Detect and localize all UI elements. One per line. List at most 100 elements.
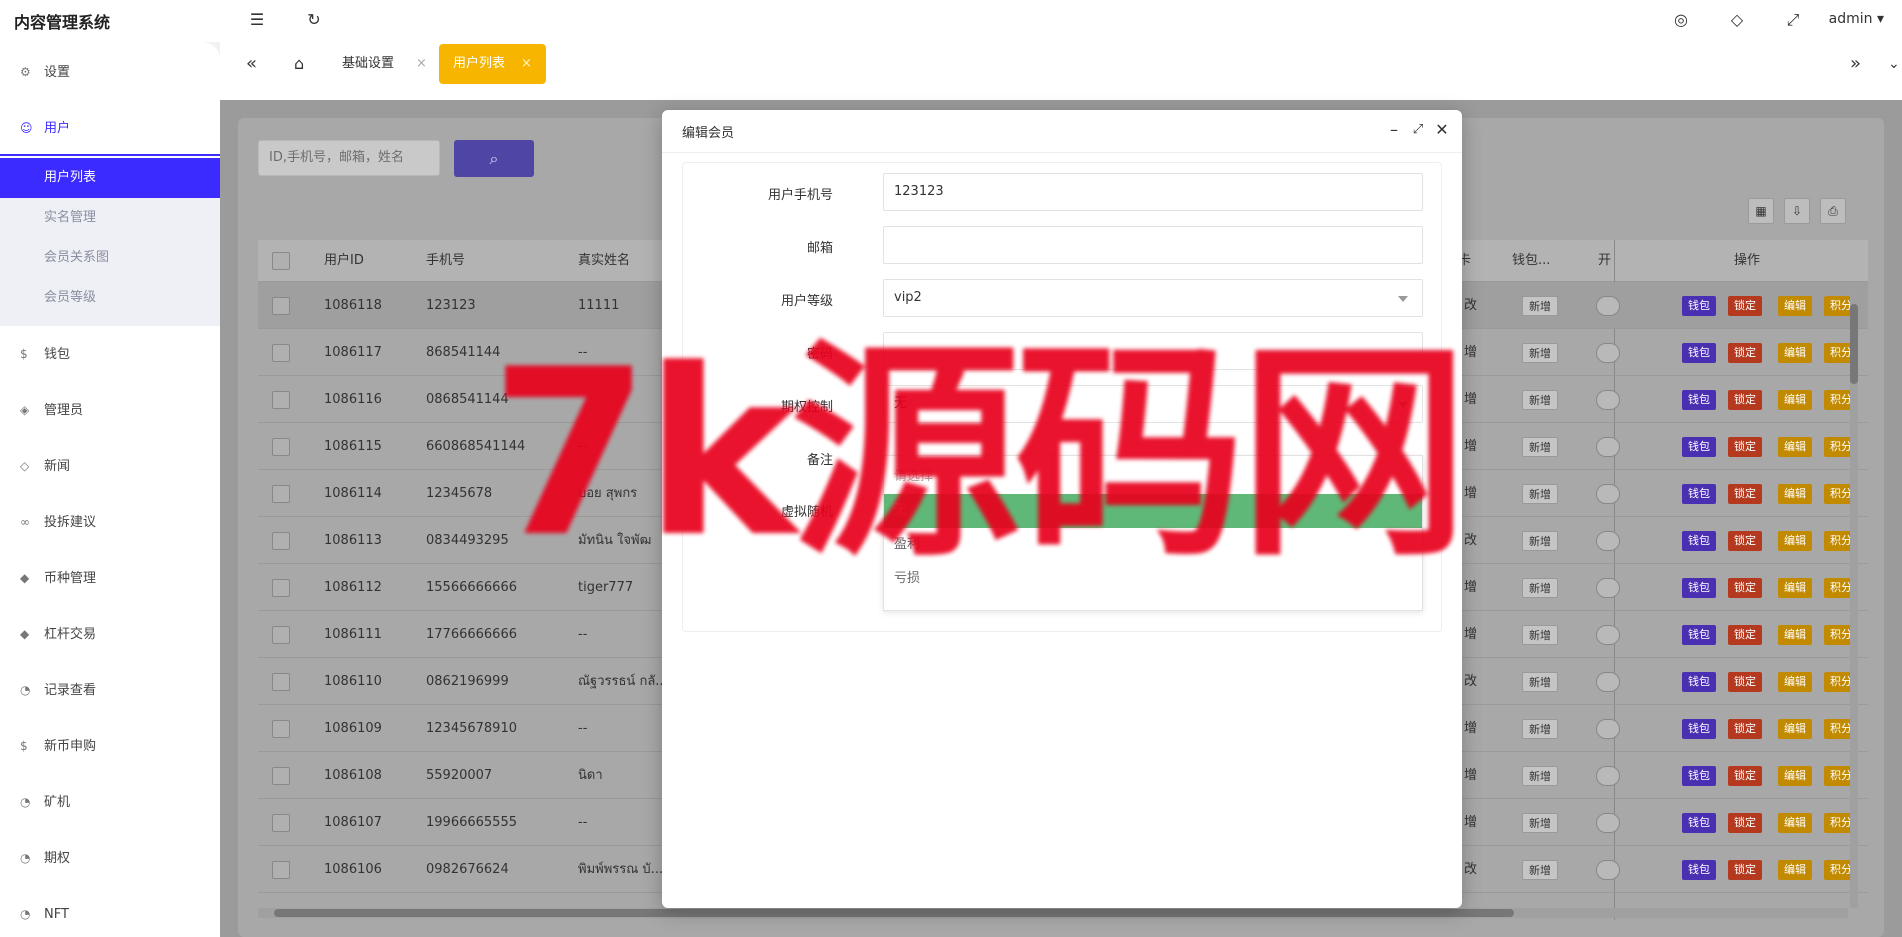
user-menu[interactable]: admin ▾ xyxy=(1829,11,1884,27)
row-checkbox[interactable] xyxy=(272,861,290,879)
status-toggle[interactable] xyxy=(1596,531,1620,551)
row-checkbox[interactable] xyxy=(272,673,290,691)
wallet-button[interactable]: 钱包 xyxy=(1682,672,1716,692)
add-button[interactable]: 新增 xyxy=(1522,531,1558,551)
edit-button[interactable]: 编辑 xyxy=(1778,437,1812,457)
sidebar-item-leverage[interactable]: ◆ 杠杆交易 xyxy=(0,618,220,650)
vertical-scrollbar[interactable] xyxy=(1850,290,1858,908)
control-select[interactable]: 无 xyxy=(883,385,1423,423)
fullscreen-icon[interactable]: ⤢ xyxy=(1784,11,1802,29)
edit-button[interactable]: 编辑 xyxy=(1778,531,1812,551)
status-toggle[interactable] xyxy=(1596,296,1620,316)
columns-icon[interactable]: ▦ xyxy=(1748,198,1774,224)
wallet-button[interactable]: 钱包 xyxy=(1682,813,1716,833)
submenu-relation-graph[interactable]: 会员关系图 xyxy=(0,238,220,278)
lock-button[interactable]: 锁定 xyxy=(1728,625,1762,645)
sidebar-item-ipo[interactable]: $ 新币申购 xyxy=(0,730,220,762)
add-button[interactable]: 新增 xyxy=(1522,625,1558,645)
minimize-icon[interactable]: – xyxy=(1384,120,1404,140)
add-button[interactable]: 新增 xyxy=(1522,766,1558,786)
search-input[interactable]: ID,手机号，邮箱，姓名 xyxy=(258,140,440,176)
wallet-button[interactable]: 钱包 xyxy=(1682,860,1716,880)
phone-field[interactable]: 123123 xyxy=(883,173,1423,211)
dropdown-option-selected[interactable]: 无 xyxy=(884,494,1422,528)
row-checkbox[interactable] xyxy=(272,767,290,785)
wallet-button[interactable]: 钱包 xyxy=(1682,390,1716,410)
add-button[interactable]: 新增 xyxy=(1522,484,1558,504)
row-checkbox[interactable] xyxy=(272,344,290,362)
col-header-id[interactable]: 用户ID xyxy=(324,240,364,282)
lock-button[interactable]: 锁定 xyxy=(1728,343,1762,363)
sidebar-item-records[interactable]: ◔ 记录查看 xyxy=(0,674,220,706)
dropdown-option[interactable]: 亏损 xyxy=(884,562,1422,596)
horizontal-scrollbar[interactable] xyxy=(258,908,1848,918)
lock-button[interactable]: 锁定 xyxy=(1728,860,1762,880)
lock-button[interactable]: 锁定 xyxy=(1728,766,1762,786)
scroll-thumb[interactable] xyxy=(1850,304,1858,384)
export-icon[interactable]: ⇩ xyxy=(1784,198,1810,224)
status-toggle[interactable] xyxy=(1596,484,1620,504)
wallet-button[interactable]: 钱包 xyxy=(1682,437,1716,457)
edit-button[interactable]: 编辑 xyxy=(1778,578,1812,598)
close-icon[interactable]: × xyxy=(521,56,532,71)
col-header-name[interactable]: 真实姓名 xyxy=(578,240,630,282)
add-button[interactable]: 新增 xyxy=(1522,390,1558,410)
sidebar-item-news[interactable]: ◇ 新闻 xyxy=(0,450,220,482)
sidebar-item-currency[interactable]: ◆ 币种管理 xyxy=(0,562,220,594)
col-header-open[interactable]: 开 xyxy=(1598,240,1611,282)
status-toggle[interactable] xyxy=(1596,625,1620,645)
tag-icon[interactable]: ◇ xyxy=(1728,11,1746,29)
add-button[interactable]: 新增 xyxy=(1522,860,1558,880)
edit-button[interactable]: 编辑 xyxy=(1778,484,1812,504)
wallet-button[interactable]: 钱包 xyxy=(1682,578,1716,598)
sidebar-item-feedback[interactable]: ∞ 投拆建议 xyxy=(0,506,220,538)
edit-button[interactable]: 编辑 xyxy=(1778,766,1812,786)
print-icon[interactable]: ⎙ xyxy=(1820,198,1846,224)
wallet-button[interactable]: 钱包 xyxy=(1682,625,1716,645)
edit-button[interactable]: 编辑 xyxy=(1778,813,1812,833)
lock-button[interactable]: 锁定 xyxy=(1728,390,1762,410)
password-field[interactable] xyxy=(883,332,1423,370)
add-button[interactable]: 新增 xyxy=(1522,296,1558,316)
edit-button[interactable]: 编辑 xyxy=(1778,343,1812,363)
status-toggle[interactable] xyxy=(1596,578,1620,598)
status-toggle[interactable] xyxy=(1596,390,1620,410)
submenu-realname[interactable]: 实名管理 xyxy=(0,198,220,238)
status-toggle[interactable] xyxy=(1596,343,1620,363)
status-toggle[interactable] xyxy=(1596,860,1620,880)
add-button[interactable]: 新增 xyxy=(1522,672,1558,692)
close-icon[interactable]: × xyxy=(416,56,427,71)
edit-button[interactable]: 编辑 xyxy=(1778,296,1812,316)
lock-button[interactable]: 锁定 xyxy=(1728,813,1762,833)
wallet-button[interactable]: 钱包 xyxy=(1682,766,1716,786)
sidebar-item-nft[interactable]: ◔ NFT xyxy=(0,898,220,930)
tab-scroll-left-icon[interactable]: « xyxy=(246,44,257,84)
tab-scroll-right-icon[interactable]: » xyxy=(1850,44,1861,84)
dropdown-option[interactable]: 盈利 xyxy=(884,528,1422,562)
chevron-down-icon[interactable]: ⌄ xyxy=(1888,44,1900,84)
col-header-phone[interactable]: 手机号 xyxy=(426,240,465,282)
level-select[interactable]: vip2 xyxy=(883,279,1423,317)
tab-basic-settings[interactable]: 基础设置 × xyxy=(342,44,427,84)
wallet-button[interactable]: 钱包 xyxy=(1682,719,1716,739)
sidebar-item-settings[interactable]: ⚙ 设置 xyxy=(0,56,220,88)
lock-button[interactable]: 锁定 xyxy=(1728,672,1762,692)
sidebar-item-user[interactable]: ☺ 用户 xyxy=(0,112,220,144)
row-checkbox[interactable] xyxy=(272,720,290,738)
edit-button[interactable]: 编辑 xyxy=(1778,672,1812,692)
tab-user-list[interactable]: 用户列表 × xyxy=(439,44,546,84)
wallet-button[interactable]: 钱包 xyxy=(1682,343,1716,363)
row-checkbox[interactable] xyxy=(272,814,290,832)
add-button[interactable]: 新增 xyxy=(1522,813,1558,833)
row-checkbox[interactable] xyxy=(272,532,290,550)
home-icon[interactable]: ⌂ xyxy=(294,44,304,84)
status-toggle[interactable] xyxy=(1596,766,1620,786)
submenu-user-list[interactable]: 用户列表 xyxy=(0,158,220,198)
maximize-icon[interactable]: ⤢ xyxy=(1408,120,1428,140)
edit-button[interactable]: 编辑 xyxy=(1778,625,1812,645)
select-all-checkbox[interactable] xyxy=(272,252,290,270)
edit-button[interactable]: 编辑 xyxy=(1778,719,1812,739)
status-toggle[interactable] xyxy=(1596,437,1620,457)
lock-button[interactable]: 锁定 xyxy=(1728,531,1762,551)
edit-button[interactable]: 编辑 xyxy=(1778,390,1812,410)
